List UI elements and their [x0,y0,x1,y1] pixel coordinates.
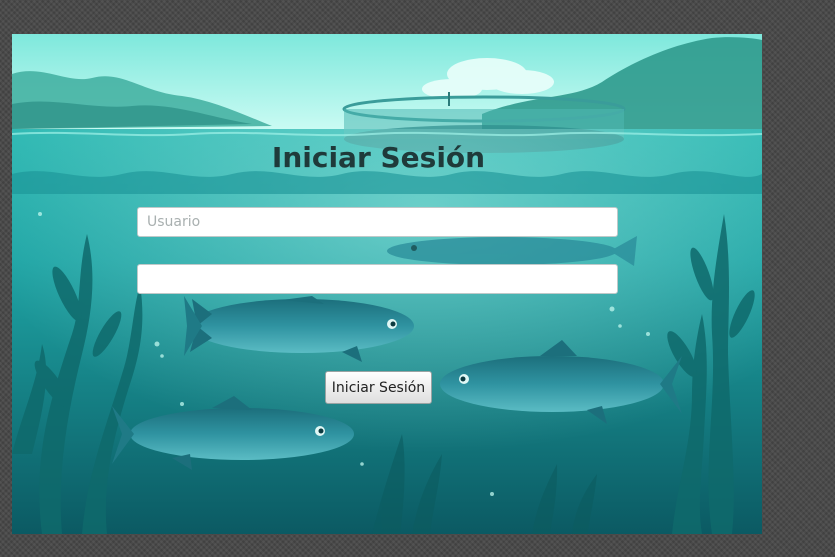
password-input[interactable] [137,264,618,294]
login-button[interactable]: Iniciar Sesión [325,371,432,404]
login-panel: Iniciar Sesión Iniciar Sesión [12,34,762,534]
login-title: Iniciar Sesión [271,141,486,174]
username-input[interactable] [137,207,618,237]
